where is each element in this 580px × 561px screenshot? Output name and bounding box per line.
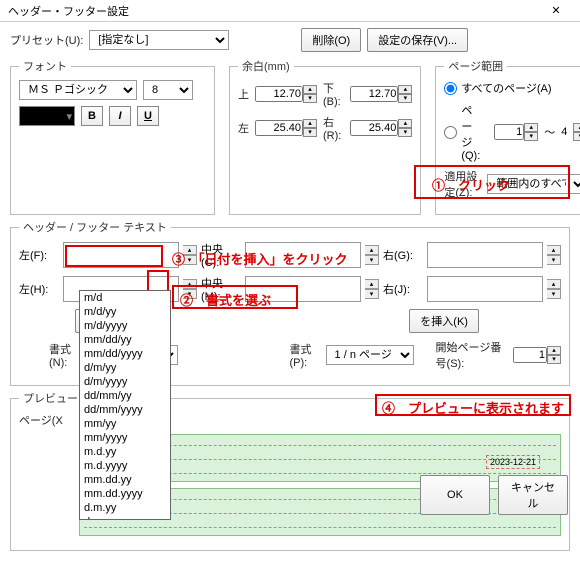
page-range-radio[interactable]: ページ(Q): — [444, 102, 480, 162]
hftext-legend: ヘッダー / フッター テキスト — [19, 219, 171, 235]
date-format-option[interactable]: m/d — [80, 291, 170, 305]
apply-label: 適用設定(Z): — [444, 168, 481, 200]
date-format-option[interactable]: d/m/yy — [80, 361, 170, 375]
apply-select[interactable]: 範囲内のすべてのページ — [487, 174, 580, 194]
delete-button[interactable]: 削除(O) — [301, 28, 361, 52]
font-family-select[interactable]: ＭＳ Ｐゴシック — [19, 80, 137, 100]
range-from-input[interactable] — [494, 124, 524, 140]
page-format-select[interactable]: 1 / n ページ — [326, 345, 414, 365]
ok-button[interactable]: OK — [420, 475, 490, 515]
preview-legend: プレビュー — [19, 390, 82, 406]
margin-legend: 余白(mm) — [238, 58, 294, 74]
date-format-option[interactable]: mm/yyyy — [80, 431, 170, 445]
preview-page-label: ページ(X — [19, 412, 63, 428]
date-format-option[interactable]: dd/mm/yy — [80, 389, 170, 403]
left-h-label: 左(H): — [19, 281, 59, 297]
date-format-option[interactable]: m/d/yy — [80, 305, 170, 319]
center-m-label: 中央(M): — [201, 275, 241, 303]
range-to: 4 — [561, 126, 567, 138]
save-settings-button[interactable]: 設定の保存(V)... — [367, 28, 468, 52]
date-format-dropdown-list[interactable]: m/dm/d/yym/d/yyyymm/dd/yymm/dd/yyyyd/m/y… — [79, 290, 171, 520]
date-format-option[interactable]: mm.dd.yy — [80, 473, 170, 487]
format-n-label: 書式(N): — [49, 341, 80, 369]
close-icon[interactable]: ✕ — [536, 1, 576, 21]
date-format-option[interactable]: mm/yy — [80, 417, 170, 431]
margin-top-input[interactable] — [255, 86, 303, 102]
preset-select[interactable]: [指定なし] — [89, 30, 229, 50]
right-g-label: 右(G): — [383, 247, 423, 263]
range-tilde: ～ — [544, 124, 555, 140]
date-format-option[interactable]: m.d.yyyy — [80, 459, 170, 473]
font-size-select[interactable]: 8 — [143, 80, 193, 100]
bold-button[interactable]: B — [81, 106, 103, 126]
date-format-option[interactable]: dd/mm/yyyy — [80, 403, 170, 417]
startpage-label: 開始ページ番号(S): — [436, 339, 507, 371]
cancel-button[interactable]: キャンセル — [498, 475, 568, 515]
center-c-input[interactable] — [245, 242, 361, 268]
date-format-option[interactable]: m.d.yy — [80, 445, 170, 459]
startpage-input[interactable] — [513, 347, 547, 363]
date-format-option[interactable]: mm/dd/yy — [80, 333, 170, 347]
left-f-label: 左(F): — [19, 247, 59, 263]
date-format-option[interactable]: mm/dd/yyyy — [80, 347, 170, 361]
margin-left-input[interactable] — [255, 120, 303, 136]
date-format-option[interactable]: d.m.yyyy — [80, 515, 170, 520]
left-f-input[interactable] — [63, 242, 179, 268]
preset-label: プリセット(U): — [10, 32, 83, 48]
margin-left-label: 左 — [238, 120, 249, 136]
margin-bottom-input[interactable] — [350, 86, 398, 102]
underline-button[interactable]: U — [137, 106, 159, 126]
insert-page-button[interactable]: を挿入(K) — [409, 309, 479, 333]
center-m-input[interactable] — [245, 276, 361, 302]
italic-button[interactable]: I — [109, 106, 131, 126]
window-title: ヘッダー・フッター設定 — [4, 3, 536, 19]
right-g-input[interactable] — [427, 242, 543, 268]
date-format-option[interactable]: m/d/yyyy — [80, 319, 170, 333]
font-legend: フォント — [19, 58, 71, 74]
right-j-input[interactable] — [427, 276, 543, 302]
pagerange-legend: ページ範囲 — [444, 58, 507, 74]
format-p-label: 書式(P): — [290, 341, 320, 369]
margin-bottom-label: 下(B): — [323, 80, 344, 108]
margin-top-label: 上 — [238, 86, 249, 102]
date-format-option[interactable]: d.m.yy — [80, 501, 170, 515]
center-c-label: 中央(C): — [201, 241, 241, 269]
margin-right-input[interactable] — [350, 120, 398, 136]
date-format-option[interactable]: d/m/yyyy — [80, 375, 170, 389]
date-format-option[interactable]: mm.dd.yyyy — [80, 487, 170, 501]
font-color-swatch[interactable]: ▾ — [19, 106, 75, 126]
margin-right-label: 右(R): — [323, 114, 344, 142]
all-pages-radio[interactable]: すべてのページ(A) — [444, 80, 551, 96]
preview-date-sample: 2023-12-21 — [486, 455, 540, 469]
right-j-label: 右(J): — [383, 281, 423, 297]
